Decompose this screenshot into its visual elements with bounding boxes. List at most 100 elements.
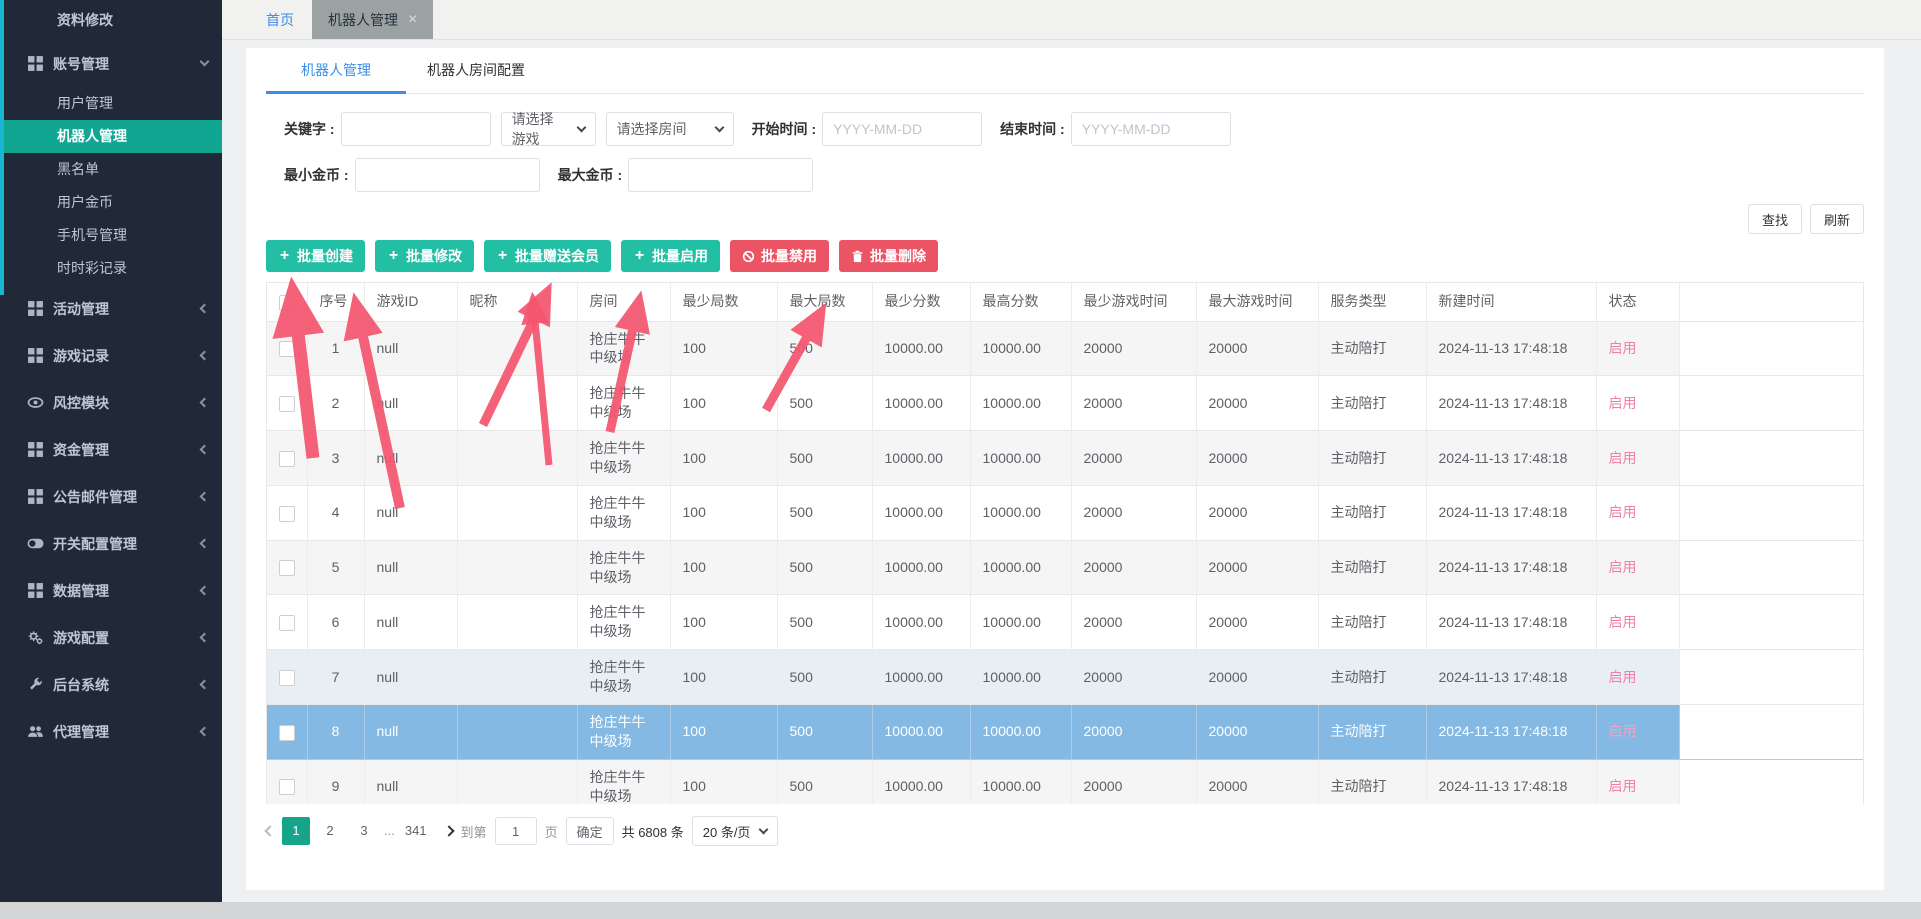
page-number-1[interactable]: 1: [282, 817, 310, 845]
cell-created: 2024-11-13 17:48:18: [1426, 540, 1596, 595]
batch-button-1[interactable]: +批量修改: [375, 240, 474, 272]
sidebar-group-0[interactable]: 账号管理: [0, 40, 222, 87]
sidebar-item-时时彩记录[interactable]: 时时彩记录: [0, 252, 222, 285]
column-header: 昵称: [457, 283, 577, 321]
confirm-page-button[interactable]: 确定: [566, 817, 614, 845]
sidebar-item-用户管理[interactable]: 用户管理: [0, 87, 222, 120]
sidebar-group-3[interactable]: 风控模块: [0, 379, 222, 426]
cell-room: 抢庄牛牛中级场: [577, 704, 670, 759]
cell-created: 2024-11-13 17:48:18: [1426, 650, 1596, 705]
batch-button-3[interactable]: +批量启用: [621, 240, 720, 272]
table-row[interactable]: 2null抢庄牛牛中级场10050010000.0010000.00200002…: [267, 376, 1864, 431]
keyword-input[interactable]: [341, 112, 491, 146]
table-row[interactable]: 5null抢庄牛牛中级场10050010000.0010000.00200002…: [267, 540, 1864, 595]
refresh-button[interactable]: 刷新: [1810, 204, 1864, 234]
goto-page-input[interactable]: [495, 817, 537, 845]
sidebar-group-6[interactable]: 开关配置管理: [0, 520, 222, 567]
sidebar-group-2[interactable]: 游戏记录: [0, 332, 222, 379]
column-header: 服务类型: [1318, 283, 1426, 321]
max-coin-input[interactable]: [628, 158, 813, 192]
sidebar-scrollbar[interactable]: [0, 0, 4, 295]
wrench-icon: [27, 676, 44, 693]
cell-service: 主动陪打: [1318, 431, 1426, 486]
table-row[interactable]: 3null抢庄牛牛中级场10050010000.0010000.00200002…: [267, 431, 1864, 486]
batch-button-2[interactable]: +批量赠送会员: [484, 240, 611, 272]
plus-icon: +: [496, 250, 509, 263]
row-checkbox[interactable]: [279, 779, 295, 795]
sidebar-item-手机号管理[interactable]: 手机号管理: [0, 219, 222, 252]
cell-game_id: null: [364, 321, 457, 376]
sidebar-group-10[interactable]: 代理管理: [0, 708, 222, 755]
table-row[interactable]: 1null抢庄牛牛中级场10050010000.0010000.00200002…: [267, 321, 1864, 376]
sidebar-group-label: 后台系统: [53, 675, 201, 695]
search-button[interactable]: 查找: [1748, 204, 1802, 234]
close-icon[interactable]: ×: [408, 12, 417, 28]
row-checkbox[interactable]: [279, 451, 295, 467]
total-count: 共 6808 条: [622, 822, 684, 841]
cell-max_rounds: 500: [777, 321, 872, 376]
game-select[interactable]: 请选择游戏: [501, 112, 596, 146]
chevron-down-icon: [759, 824, 769, 834]
cell-nickname: [457, 595, 577, 650]
page-size-select[interactable]: 20 条/页: [692, 816, 779, 846]
sidebar-group-7[interactable]: 数据管理: [0, 567, 222, 614]
cell-max_score: 10000.00: [970, 650, 1071, 705]
row-checkbox[interactable]: [279, 396, 295, 412]
status-badge: 启用: [1609, 723, 1637, 739]
tab-home[interactable]: 首页: [248, 0, 312, 39]
select-all-checkbox[interactable]: [279, 295, 295, 311]
sidebar-group-label: 公告邮件管理: [53, 487, 201, 507]
row-checkbox[interactable]: [279, 560, 295, 576]
cell-nickname: [457, 376, 577, 431]
sidebar-group-1[interactable]: 活动管理: [0, 285, 222, 332]
cell-max_rounds: 500: [777, 431, 872, 486]
page-number-2[interactable]: 2: [316, 817, 344, 845]
grid-icon: [27, 55, 44, 72]
sidebar-group-4[interactable]: 资金管理: [0, 426, 222, 473]
table-row[interactable]: 4null抢庄牛牛中级场10050010000.0010000.00200002…: [267, 485, 1864, 540]
row-checkbox[interactable]: [279, 506, 295, 522]
tab-robot-management[interactable]: 机器人管理 ×: [312, 0, 433, 39]
sidebar-submenu: 用户管理机器人管理黑名单用户金币手机号管理时时彩记录: [0, 87, 222, 285]
row-checkbox[interactable]: [279, 670, 295, 686]
next-page-icon[interactable]: [443, 825, 454, 836]
row-checkbox[interactable]: [279, 615, 295, 631]
table-row[interactable]: 7null抢庄牛牛中级场10050010000.0010000.00200002…: [267, 650, 1864, 705]
cell-min_time: 20000: [1071, 540, 1196, 595]
min-coin-input[interactable]: [355, 158, 540, 192]
sidebar-group-5[interactable]: 公告邮件管理: [0, 473, 222, 520]
sidebar-item-机器人管理[interactable]: 机器人管理: [0, 120, 222, 153]
batch-button-5[interactable]: 批量删除: [839, 240, 938, 272]
batch-button-0[interactable]: +批量创建: [266, 240, 365, 272]
cell-min_score: 10000.00: [872, 595, 970, 650]
subtab-robot-management[interactable]: 机器人管理: [266, 48, 406, 93]
sidebar-item-用户金币[interactable]: 用户金币: [0, 186, 222, 219]
sidebar-item-黑名单[interactable]: 黑名单: [0, 153, 222, 186]
subtab-robot-room-config[interactable]: 机器人房间配置: [406, 48, 546, 93]
cell-service: 主动陪打: [1318, 595, 1426, 650]
prev-page-icon[interactable]: [264, 825, 275, 836]
cell-service: 主动陪打: [1318, 759, 1426, 804]
cell-max_score: 10000.00: [970, 704, 1071, 759]
sidebar-group-8[interactable]: 游戏配置: [0, 614, 222, 661]
grid-icon: [27, 488, 44, 505]
sidebar-group-9[interactable]: 后台系统: [0, 661, 222, 708]
table-row[interactable]: 9null抢庄牛牛中级场10050010000.0010000.00200002…: [267, 759, 1864, 804]
grid-icon: [27, 347, 44, 364]
end-date-input[interactable]: [1071, 112, 1231, 146]
page-number-3[interactable]: 3: [350, 817, 378, 845]
table-row[interactable]: 6null抢庄牛牛中级场10050010000.0010000.00200002…: [267, 595, 1864, 650]
room-select[interactable]: 请选择房间: [606, 112, 734, 146]
page-number-341[interactable]: 341: [401, 817, 431, 845]
table-row[interactable]: 8null抢庄牛牛中级场10050010000.0010000.00200002…: [267, 704, 1864, 759]
start-date-input[interactable]: [822, 112, 982, 146]
cell-max_score: 10000.00: [970, 759, 1071, 804]
cell-max_rounds: 500: [777, 650, 872, 705]
batch-button-4[interactable]: 批量禁用: [730, 240, 829, 272]
goto-label: 到第: [461, 822, 487, 841]
column-header: 游戏ID: [364, 283, 457, 321]
sidebar-group-label: 开关配置管理: [53, 534, 201, 554]
row-checkbox[interactable]: [279, 341, 295, 357]
sidebar-item-profile-edit[interactable]: 资料修改: [0, 0, 222, 40]
row-checkbox[interactable]: [279, 725, 295, 741]
